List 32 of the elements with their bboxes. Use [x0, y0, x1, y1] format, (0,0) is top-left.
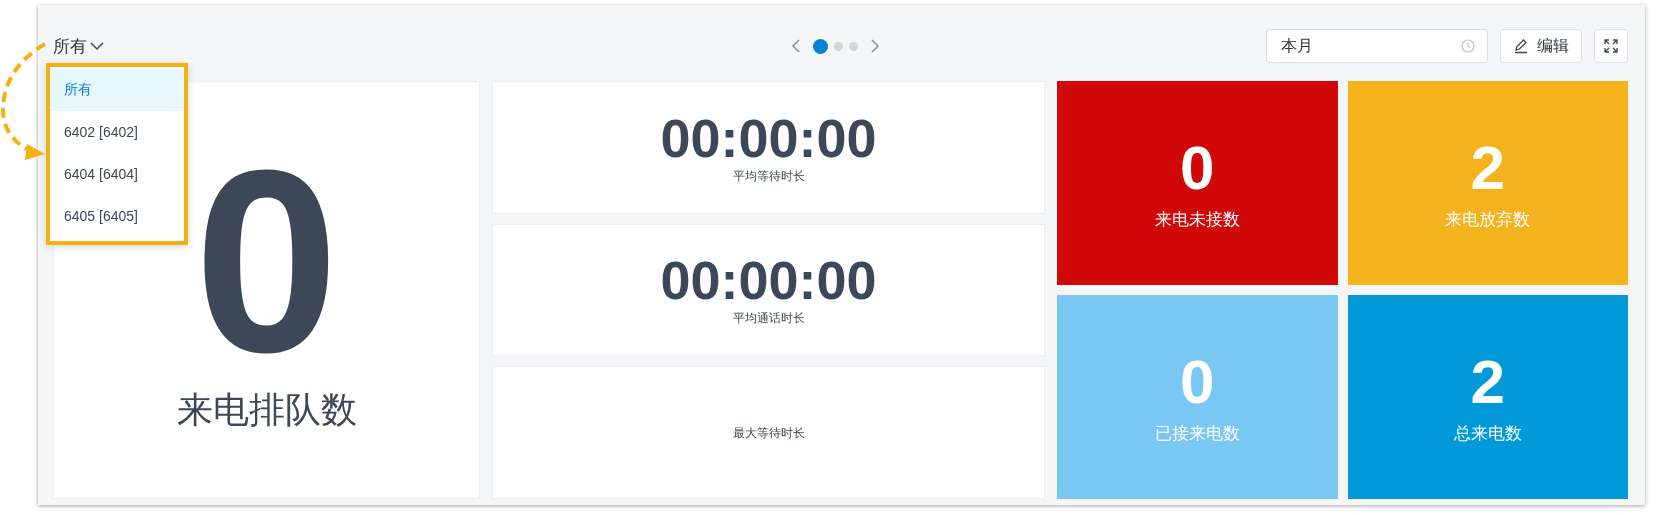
dropdown-option[interactable]: 6405 [6405] — [50, 195, 184, 237]
duration-value: 00:00:00 — [660, 109, 877, 166]
queue-label: 来电排队数 — [176, 387, 357, 432]
next-icon[interactable] — [870, 39, 880, 53]
dropdown-option[interactable]: 6404 [6404] — [50, 153, 184, 195]
duration-value: 00:00:00 — [660, 252, 877, 309]
page-dot[interactable] — [849, 41, 858, 51]
stat-value: 2 — [1470, 349, 1505, 414]
duration-label: 最大等待时长 — [732, 425, 805, 443]
clock-icon — [1461, 39, 1475, 53]
page-dot[interactable] — [813, 38, 828, 54]
filter-dropdown[interactable]: 所有 — [53, 34, 104, 58]
dropdown-option[interactable]: 6402 [6402] — [50, 111, 184, 153]
dropdown-option[interactable]: 所有 — [50, 69, 184, 111]
chevron-down-icon — [90, 41, 104, 51]
stat-label: 来电未接数 — [1154, 208, 1240, 231]
previous-icon[interactable] — [791, 39, 801, 53]
edit-button[interactable]: 编辑 — [1500, 29, 1582, 63]
stat-label: 总来电数 — [1453, 422, 1522, 445]
page-dot[interactable] — [834, 41, 843, 51]
stat-value: 2 — [1470, 135, 1505, 200]
queue-count: 0 — [194, 145, 339, 376]
stat-label: 来电放弃数 — [1445, 208, 1531, 231]
fullscreen-button[interactable] — [1594, 29, 1628, 63]
stat-value: 0 — [1180, 349, 1215, 414]
pencil-icon — [1513, 38, 1529, 54]
expand-icon — [1603, 38, 1619, 54]
stat-label: 已接来电数 — [1154, 422, 1240, 445]
stat-value: 0 — [1180, 135, 1215, 200]
duration-label: 平均等待时长 — [732, 167, 805, 185]
duration-label: 平均通话时长 — [732, 310, 805, 328]
period-field[interactable]: 本月 — [1266, 29, 1488, 63]
